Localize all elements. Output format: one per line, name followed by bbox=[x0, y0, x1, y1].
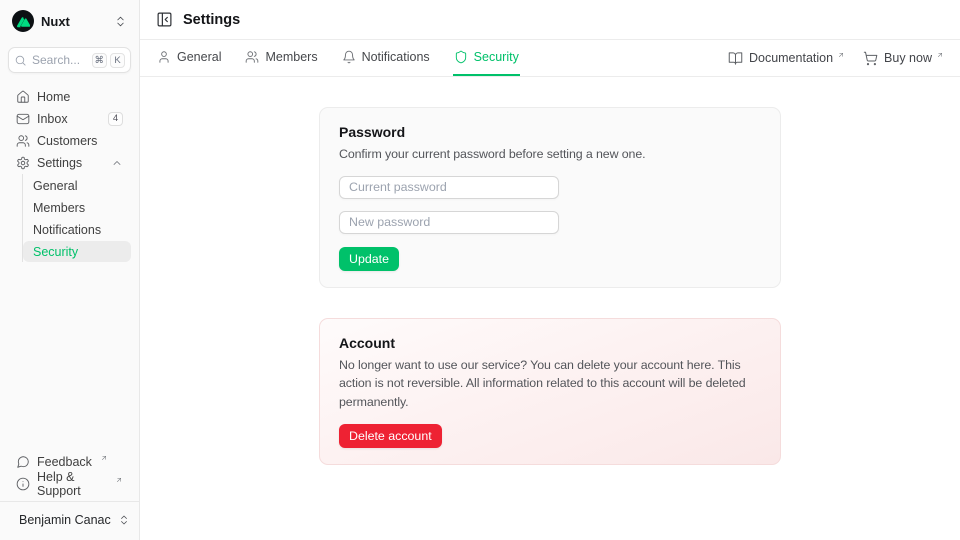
sidebar-item-label: Help & Support bbox=[37, 470, 107, 498]
book-open-icon bbox=[728, 51, 743, 66]
buy-now-link[interactable]: Buy now bbox=[863, 51, 944, 66]
tab-label: General bbox=[177, 50, 221, 64]
sidebar-item-settings[interactable]: Settings bbox=[8, 152, 131, 173]
shield-icon bbox=[454, 50, 468, 64]
tab-security[interactable]: Security bbox=[453, 40, 520, 76]
sidebar-item-general[interactable]: General bbox=[23, 175, 131, 196]
header-links: Documentation Buy now bbox=[728, 40, 944, 76]
sidebar-item-inbox[interactable]: Inbox 4 bbox=[8, 108, 131, 129]
sidebar-footer-nav: Feedback Help & Support bbox=[8, 451, 131, 494]
kbd-k: K bbox=[110, 53, 125, 68]
delete-account-button[interactable]: Delete account bbox=[339, 424, 442, 448]
bell-icon bbox=[342, 50, 356, 64]
tab-label: Notifications bbox=[362, 50, 430, 64]
main-panel: Settings General Members Notifications S… bbox=[140, 0, 960, 540]
sub-item-label: Members bbox=[33, 201, 85, 215]
sidebar: Nuxt Search... ⌘ K Home Inbox 4 Customer… bbox=[0, 0, 140, 540]
external-link-icon bbox=[115, 476, 123, 484]
user-menu[interactable]: Benjamin Canac bbox=[8, 502, 131, 534]
workspace-name: Nuxt bbox=[41, 14, 70, 29]
account-card-title: Account bbox=[339, 335, 761, 351]
search-icon bbox=[14, 54, 27, 67]
external-link-icon bbox=[936, 51, 944, 59]
external-link-icon bbox=[837, 51, 845, 59]
sidebar-item-label: Home bbox=[37, 90, 70, 104]
sidebar-item-security[interactable]: Security bbox=[23, 241, 131, 262]
page-header: Settings bbox=[140, 0, 960, 40]
tab-notifications[interactable]: Notifications bbox=[341, 40, 431, 76]
sidebar-item-label: Customers bbox=[37, 134, 97, 148]
chevrons-up-down-icon bbox=[118, 514, 130, 526]
home-icon bbox=[16, 90, 30, 104]
sub-item-label: General bbox=[33, 179, 77, 193]
account-card: Account No longer want to use our servic… bbox=[319, 318, 781, 466]
password-card: Password Confirm your current password b… bbox=[319, 107, 781, 288]
external-link-icon bbox=[100, 454, 108, 462]
kbd-cmd: ⌘ bbox=[92, 53, 108, 68]
user-name: Benjamin Canac bbox=[19, 513, 111, 527]
update-password-button[interactable]: Update bbox=[339, 247, 399, 271]
sidebar-item-notifications[interactable]: Notifications bbox=[23, 219, 131, 240]
sidebar-item-home[interactable]: Home bbox=[8, 86, 131, 107]
search-placeholder: Search... bbox=[32, 53, 80, 67]
settings-tabbar: General Members Notifications Security D… bbox=[140, 40, 960, 77]
password-card-title: Password bbox=[339, 124, 761, 140]
inbox-count-badge: 4 bbox=[108, 112, 123, 126]
link-label: Documentation bbox=[749, 51, 833, 65]
shopping-cart-icon bbox=[863, 51, 878, 66]
tab-members[interactable]: Members bbox=[244, 40, 318, 76]
sub-item-label: Security bbox=[33, 245, 78, 259]
nuxt-logo-icon bbox=[12, 10, 34, 32]
tab-label: Security bbox=[474, 50, 519, 64]
inbox-icon bbox=[16, 112, 30, 126]
sidebar-toggle-icon[interactable] bbox=[156, 11, 173, 28]
gear-icon bbox=[16, 156, 30, 170]
chevrons-up-down-icon bbox=[114, 15, 127, 28]
settings-security-content: Password Confirm your current password b… bbox=[140, 77, 960, 540]
user-icon bbox=[157, 50, 171, 64]
settings-subnav: General Members Notifications Security bbox=[22, 174, 131, 262]
sidebar-item-help-support[interactable]: Help & Support bbox=[8, 473, 131, 494]
page-title: Settings bbox=[183, 12, 240, 28]
link-label: Buy now bbox=[884, 51, 932, 65]
tab-label: Members bbox=[265, 50, 317, 64]
info-circle-icon bbox=[16, 477, 30, 491]
account-card-description: No longer want to use our service? You c… bbox=[339, 356, 761, 412]
password-card-description: Confirm your current password before set… bbox=[339, 145, 761, 164]
documentation-link[interactable]: Documentation bbox=[728, 51, 845, 66]
chevron-up-icon bbox=[111, 157, 123, 169]
sidebar-item-members[interactable]: Members bbox=[23, 197, 131, 218]
search-kbd-group: ⌘ K bbox=[92, 53, 126, 68]
sidebar-item-label: Inbox bbox=[37, 112, 68, 126]
sidebar-item-label: Settings bbox=[37, 156, 82, 170]
users-icon bbox=[16, 134, 30, 148]
search-input[interactable]: Search... ⌘ K bbox=[8, 47, 131, 73]
workspace-switcher[interactable]: Nuxt bbox=[8, 8, 131, 34]
sidebar-spacer bbox=[8, 262, 131, 451]
new-password-field[interactable] bbox=[339, 211, 559, 234]
users-icon bbox=[245, 50, 259, 64]
sidebar-item-label: Feedback bbox=[37, 455, 92, 469]
chat-bubble-icon bbox=[16, 455, 30, 469]
current-password-field[interactable] bbox=[339, 176, 559, 199]
sidebar-nav: Home Inbox 4 Customers Settings General … bbox=[8, 86, 131, 262]
sidebar-item-customers[interactable]: Customers bbox=[8, 130, 131, 151]
tab-general[interactable]: General bbox=[156, 40, 222, 76]
sub-item-label: Notifications bbox=[33, 223, 101, 237]
